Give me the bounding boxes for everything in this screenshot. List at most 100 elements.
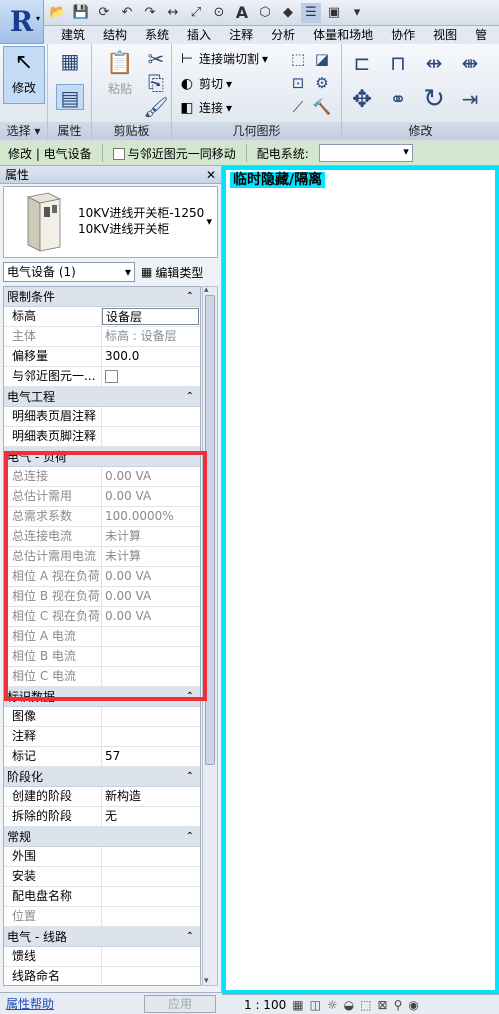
tab-massing-site[interactable]: 体量和场地 xyxy=(304,26,382,44)
sun-path-icon[interactable]: ☼ xyxy=(327,998,338,1012)
match-properties-icon[interactable]: 🖌 xyxy=(142,94,170,120)
property-value[interactable]: 新构造 xyxy=(102,787,200,806)
property-value[interactable] xyxy=(102,407,200,426)
move-with-nearby-option[interactable]: 与邻近图元一同移动 xyxy=(112,145,236,162)
visual-style-icon[interactable]: ◫ xyxy=(310,998,321,1012)
3d-view-icon[interactable]: ⬡ xyxy=(255,3,275,23)
property-group-header[interactable]: 电气 - 负荷 ⌃ xyxy=(4,447,200,467)
property-value[interactable] xyxy=(102,947,200,966)
scrollbar-thumb[interactable] xyxy=(205,295,215,765)
property-group-header[interactable]: 电气工程 ⌃ xyxy=(4,387,200,407)
properties-scrollbar[interactable]: ▴ ▾ xyxy=(202,285,218,986)
align-icon[interactable]: ⊏ xyxy=(348,50,376,76)
open-icon[interactable]: 📂 xyxy=(48,3,68,23)
measure-icon[interactable]: ↔ xyxy=(163,3,183,23)
copy-element-icon[interactable]: ⚭ xyxy=(384,86,412,112)
collapse-icon[interactable]: ⌃ xyxy=(186,451,194,462)
save-icon[interactable]: 💾 xyxy=(71,3,91,23)
close-hidden-icon[interactable]: ▣ xyxy=(324,3,344,23)
redo-icon[interactable]: ↷ xyxy=(140,3,160,23)
rotate-icon[interactable]: ↻ xyxy=(420,86,448,112)
application-menu-button[interactable]: R ▾ xyxy=(0,0,44,44)
move-with-nearby-checkbox[interactable] xyxy=(112,148,125,160)
trim-extend-icon[interactable]: ⇥ xyxy=(456,86,484,112)
property-value[interactable] xyxy=(102,367,200,386)
property-value[interactable] xyxy=(102,727,200,746)
property-value[interactable] xyxy=(102,707,200,726)
collapse-icon[interactable]: ⌃ xyxy=(186,771,194,782)
property-group-header[interactable]: 阶段化 ⌃ xyxy=(4,767,200,787)
move-icon[interactable]: ✥ xyxy=(348,86,376,112)
join-geometry-button[interactable]: ◧ 连接 ▾ xyxy=(178,99,232,116)
section-icon[interactable]: ◆ xyxy=(278,3,298,23)
sync-icon[interactable]: ⟳ xyxy=(94,3,114,23)
property-value[interactable]: 设备层 xyxy=(102,308,199,325)
property-value[interactable]: 300.0 xyxy=(102,347,200,366)
property-value[interactable] xyxy=(102,847,200,866)
mirror-axis-icon[interactable]: ⇹ xyxy=(420,50,448,76)
copy-icon[interactable]: ⎘ xyxy=(142,70,170,96)
demolish-hammer-icon[interactable]: 🔨 xyxy=(308,94,336,120)
property-group-header[interactable]: 限制条件 ⌃ xyxy=(4,287,200,307)
view-scale[interactable]: 1 : 100 xyxy=(244,998,286,1012)
text-icon[interactable]: A xyxy=(232,3,252,23)
cut-geometry-button[interactable]: ◐ 剪切 ▾ xyxy=(178,75,232,92)
tab-architecture[interactable]: 建筑 xyxy=(52,26,94,44)
property-value[interactable] xyxy=(102,887,200,906)
select-panel-label[interactable]: 选择 ▾ xyxy=(0,122,47,140)
tab-view[interactable]: 视图 xyxy=(424,26,466,44)
temporary-hide-icon[interactable]: ⚲ xyxy=(394,998,403,1012)
tag-icon[interactable]: ⊙ xyxy=(209,3,229,23)
collapse-icon[interactable]: ⌃ xyxy=(186,291,194,302)
close-icon[interactable]: ✕ xyxy=(206,168,216,182)
scroll-up-icon[interactable]: ▴ xyxy=(204,285,209,295)
tab-collaborate[interactable]: 协作 xyxy=(382,26,424,44)
crop-view-icon[interactable]: ⬚ xyxy=(360,998,371,1012)
type-properties-icon[interactable]: ▦ xyxy=(56,48,84,74)
collapse-icon[interactable]: ⌃ xyxy=(186,831,194,842)
reveal-hidden-icon[interactable]: ◉ xyxy=(408,998,418,1012)
demolish-options-icon[interactable]: ⚙ xyxy=(308,70,336,96)
tab-annotate[interactable]: 注释 xyxy=(220,26,262,44)
properties-palette-icon[interactable]: ▤ xyxy=(56,84,84,110)
apply-button[interactable]: 应用 xyxy=(144,994,216,1013)
view-canvas[interactable]: 临时隐藏/隔离 xyxy=(222,166,499,994)
properties-help-link[interactable]: 属性帮助 xyxy=(6,995,54,1012)
switch-windows-icon[interactable]: ☰ xyxy=(301,3,321,23)
property-value[interactable] xyxy=(102,867,200,886)
property-value[interactable]: 无 xyxy=(102,807,200,826)
tab-manage[interactable]: 管 xyxy=(466,26,496,44)
distribution-system-select[interactable] xyxy=(318,144,413,162)
type-selector[interactable]: 10KV进线开关柜-1250 10KV进线开关柜 ▾ xyxy=(3,186,218,258)
property-value[interactable]: 57 xyxy=(102,747,200,766)
offset-icon[interactable]: ⊓ xyxy=(384,50,412,76)
property-group-header[interactable]: 电气 - 线路 ⌃ xyxy=(4,927,200,947)
cut-scissors-icon[interactable]: ✂ xyxy=(142,46,170,72)
paste-button[interactable]: 📋 粘贴 xyxy=(100,48,140,97)
collapse-icon[interactable]: ⌃ xyxy=(186,931,194,942)
show-crop-region-icon[interactable]: ⊠ xyxy=(378,998,388,1012)
shadows-icon[interactable]: ◒ xyxy=(344,998,354,1012)
scroll-down-icon[interactable]: ▾ xyxy=(204,976,209,986)
collapse-icon[interactable]: ⌃ xyxy=(186,691,194,702)
undo-icon[interactable]: ↶ xyxy=(117,3,137,23)
cope-button[interactable]: ⊢ 连接端切割 ▾ xyxy=(178,50,268,67)
tab-systems[interactable]: 系统 xyxy=(136,26,178,44)
property-group-header[interactable]: 常规 ⌃ xyxy=(4,827,200,847)
tab-insert[interactable]: 插入 xyxy=(178,26,220,44)
tab-structure[interactable]: 结构 xyxy=(94,26,136,44)
edit-type-button[interactable]: ▦ 编辑类型 xyxy=(141,264,203,281)
mirror-draw-icon[interactable]: ⇼ xyxy=(456,50,484,76)
property-checkbox[interactable] xyxy=(105,370,118,383)
paint-icon[interactable]: ◪ xyxy=(308,46,336,72)
chevron-down-icon[interactable]: ▾ xyxy=(206,215,212,228)
detail-level-icon[interactable]: ▦ xyxy=(292,998,303,1012)
property-value[interactable] xyxy=(102,967,200,985)
collapse-icon[interactable]: ⌃ xyxy=(186,391,194,402)
property-group-header[interactable]: 标识数据 ⌃ xyxy=(4,687,200,707)
dimension-icon[interactable]: ⤢ xyxy=(186,3,206,23)
instance-filter-select[interactable]: 电气设备 (1) xyxy=(3,262,135,282)
property-value[interactable] xyxy=(102,427,200,446)
more-icon[interactable]: ▾ xyxy=(347,3,367,23)
tab-analyze[interactable]: 分析 xyxy=(262,26,304,44)
